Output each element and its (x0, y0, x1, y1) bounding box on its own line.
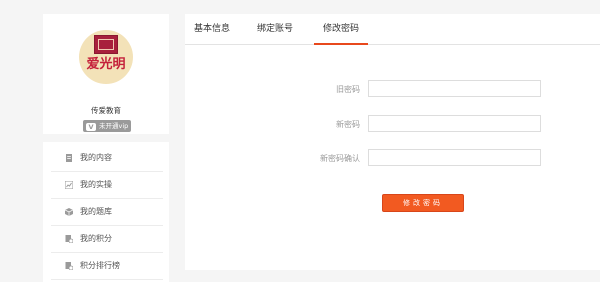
sidebar-item-my-content[interactable]: 我的内容 (51, 145, 163, 172)
sidebar-item-label: 我的题库 (80, 207, 112, 216)
vip-status-badge[interactable]: V 未开通vip (83, 120, 131, 132)
confirm-password-input[interactable] (368, 149, 541, 166)
document-icon (66, 154, 72, 162)
logo-text: 爱光明 (86, 57, 126, 72)
sidebar-item-my-practice[interactable]: 我的实操 (51, 172, 163, 199)
main-panel: 基本信息 绑定账号 修改密码 旧密码 新密码 新密码确认 修改密码 (185, 14, 600, 270)
new-password-input[interactable] (368, 115, 541, 132)
points-icon (65, 235, 73, 243)
old-password-input[interactable] (368, 80, 541, 97)
sidebar-item-my-points[interactable]: 我的积分 (51, 226, 163, 253)
sidebar-item-label: 我的积分 (80, 234, 112, 243)
sidebar-item-points-ranking[interactable]: 积分排行榜 (51, 253, 163, 280)
confirm-password-label: 新密码确认 (320, 154, 360, 163)
logo-seal-icon (94, 35, 118, 54)
new-password-label: 新密码 (336, 120, 360, 129)
submit-change-password-button[interactable]: 修改密码 (382, 194, 464, 212)
question-bank-icon (65, 208, 73, 216)
ranking-icon (65, 262, 73, 270)
sidebar-item-my-question-bank[interactable]: 我的题库 (51, 199, 163, 226)
tab-bar: 基本信息 绑定账号 修改密码 (185, 14, 600, 45)
sidebar-item-label: 积分排行榜 (80, 261, 120, 270)
profile-card: 爱光明 传爱教育 V 未开通vip (43, 14, 169, 134)
tab-change-password[interactable]: 修改密码 (313, 14, 369, 45)
vip-icon: V (86, 123, 96, 131)
sidebar-item-label: 我的实操 (80, 180, 112, 189)
old-password-label: 旧密码 (336, 85, 360, 94)
sidebar-menu: 我的内容 我的实操 我的题库 我的积分 积分排行榜 (43, 142, 169, 282)
practice-icon (65, 181, 73, 189)
tab-bind-account[interactable]: 绑定账号 (257, 14, 293, 44)
vip-status-label: 未开通vip (99, 122, 129, 130)
avatar[interactable]: 爱光明 (79, 30, 133, 84)
tab-basic-info[interactable]: 基本信息 (194, 14, 230, 44)
sidebar-item-label: 我的内容 (80, 153, 112, 162)
username: 传爱教育 (91, 106, 121, 115)
